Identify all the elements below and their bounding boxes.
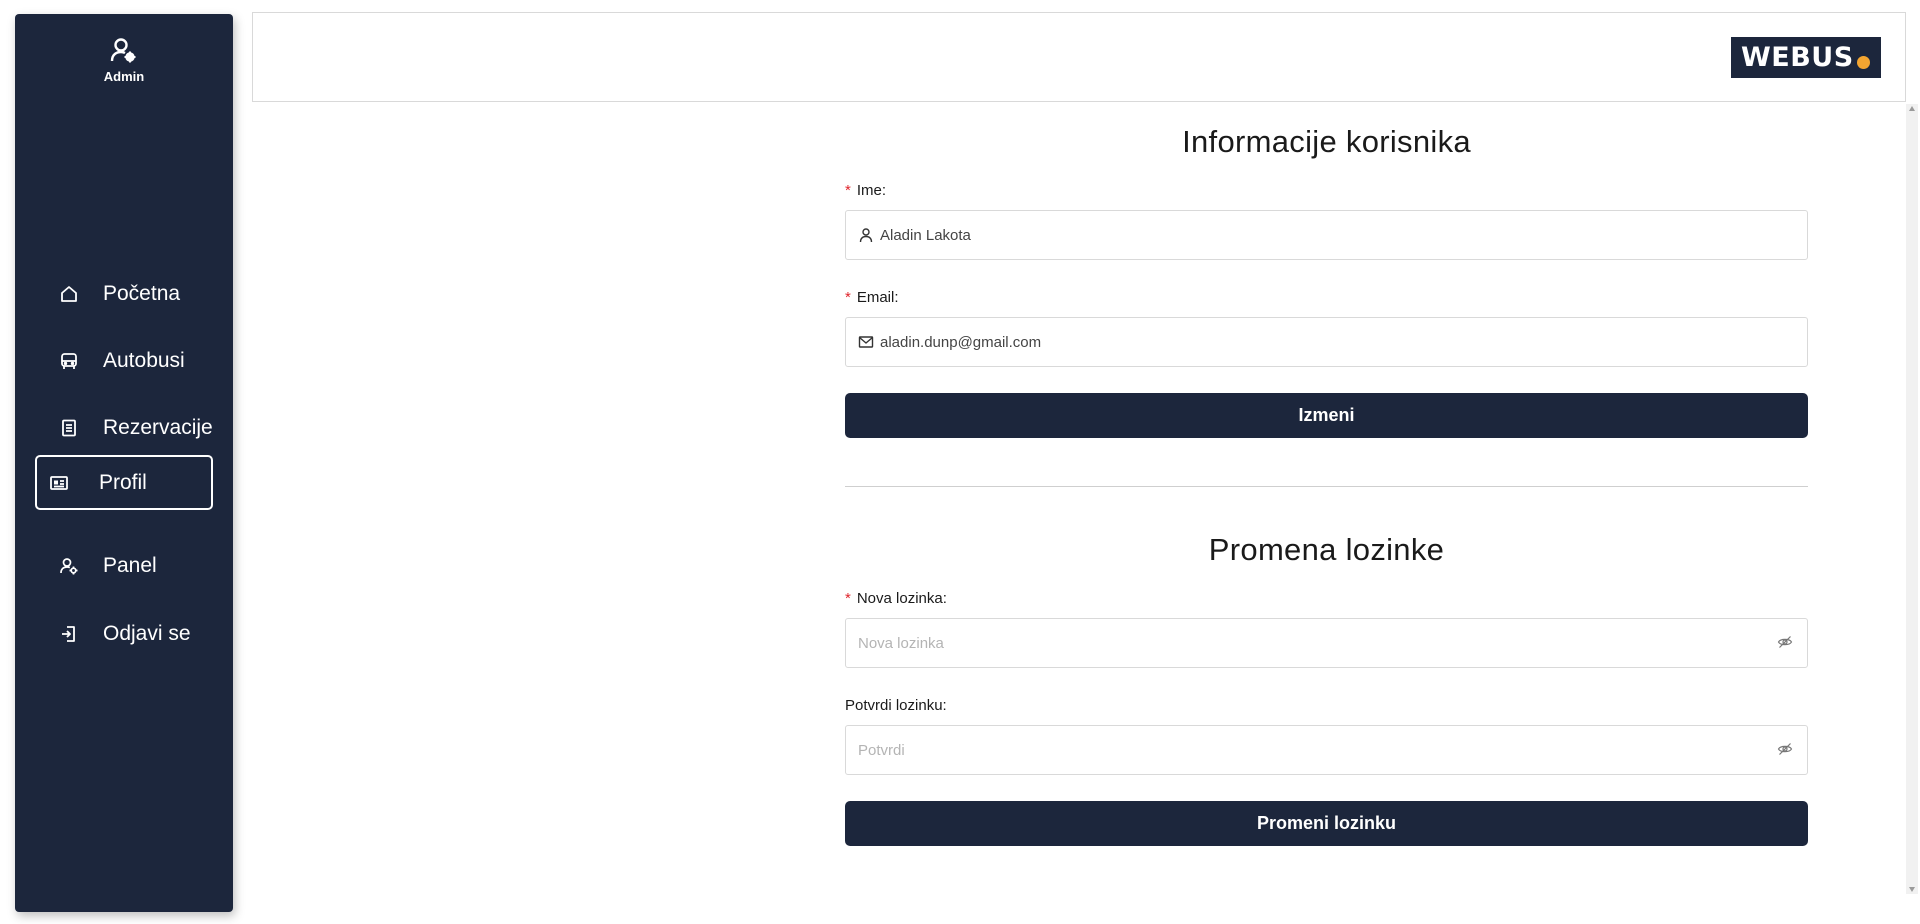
email-label: * Email: xyxy=(845,289,899,306)
user-role: Admin xyxy=(103,69,145,84)
name-field[interactable]: Aladin Lakota xyxy=(845,210,1808,260)
sidebar-item-label: Rezervacije xyxy=(103,415,213,439)
sidebar-item-label: Odjavi se xyxy=(103,621,191,645)
eye-invisible-icon[interactable] xyxy=(1777,634,1795,652)
logout-icon xyxy=(57,622,81,646)
sidebar-item-label: Profil xyxy=(99,470,147,494)
user-icon xyxy=(858,226,876,244)
document-icon xyxy=(57,416,81,440)
sidebar-item-label: Početna xyxy=(103,281,181,305)
admin-user-icon xyxy=(110,38,136,63)
home-icon xyxy=(57,282,81,306)
new-password-placeholder: Nova lozinka xyxy=(858,634,944,652)
sidebar-item-pocetna[interactable]: Početna xyxy=(35,266,213,321)
sidebar-item-label: Panel xyxy=(103,553,157,577)
user-info-title: Informacije korisnika xyxy=(1182,124,1471,159)
eye-invisible-icon[interactable] xyxy=(1777,741,1795,759)
scrollbar[interactable] xyxy=(1906,104,1918,894)
sidebar: Admin Početna Autobusi Rezervacije Profi… xyxy=(15,14,233,912)
mail-icon xyxy=(858,333,876,351)
izmeni-button[interactable]: Izmeni xyxy=(845,393,1808,438)
email-value: aladin.dunp@gmail.com xyxy=(880,333,1042,351)
id-card-icon xyxy=(47,471,71,495)
promeni-lozinku-button[interactable]: Promeni lozinku xyxy=(845,801,1808,846)
confirm-password-placeholder: Potvrdi xyxy=(858,741,905,759)
name-value: Aladin Lakota xyxy=(880,226,971,244)
logo-text: WEBUS xyxy=(1741,42,1854,73)
top-header: WEBUS xyxy=(252,12,1906,102)
confirm-password-label: Potvrdi lozinku: xyxy=(845,697,947,714)
email-field[interactable]: aladin.dunp@gmail.com xyxy=(845,317,1808,367)
bus-icon xyxy=(57,349,81,373)
sidebar-item-autobusi[interactable]: Autobusi xyxy=(35,333,213,388)
scroll-down-icon[interactable] xyxy=(1909,887,1915,892)
logo-dot-icon xyxy=(1856,56,1870,69)
new-password-field[interactable]: Nova lozinka xyxy=(845,618,1808,668)
scroll-up-icon[interactable] xyxy=(1909,106,1915,111)
confirm-password-field[interactable]: Potvrdi xyxy=(845,725,1808,775)
required-marker: * xyxy=(845,182,851,199)
sidebar-item-panel[interactable]: Panel xyxy=(35,538,213,593)
sidebar-item-profil[interactable]: Profil xyxy=(35,455,213,510)
section-divider xyxy=(845,486,1808,487)
user-box: Admin xyxy=(15,36,233,84)
new-password-label: * Nova lozinka: xyxy=(845,590,947,607)
user-gear-icon xyxy=(57,554,81,578)
name-label: * Ime: xyxy=(845,182,887,199)
password-change-title: Promena lozinke xyxy=(1208,532,1445,567)
profile-content: Informacije korisnika * Ime: Aladin Lakot… xyxy=(252,102,1895,924)
sidebar-item-rezervacije[interactable]: Rezervacije xyxy=(35,400,213,455)
sidebar-item-odjavi-se[interactable]: Odjavi se xyxy=(35,606,213,661)
sidebar-item-label: Autobusi xyxy=(103,348,185,372)
webus-logo[interactable]: WEBUS xyxy=(1731,37,1881,78)
required-marker: * xyxy=(845,590,851,607)
required-marker: * xyxy=(845,289,851,306)
